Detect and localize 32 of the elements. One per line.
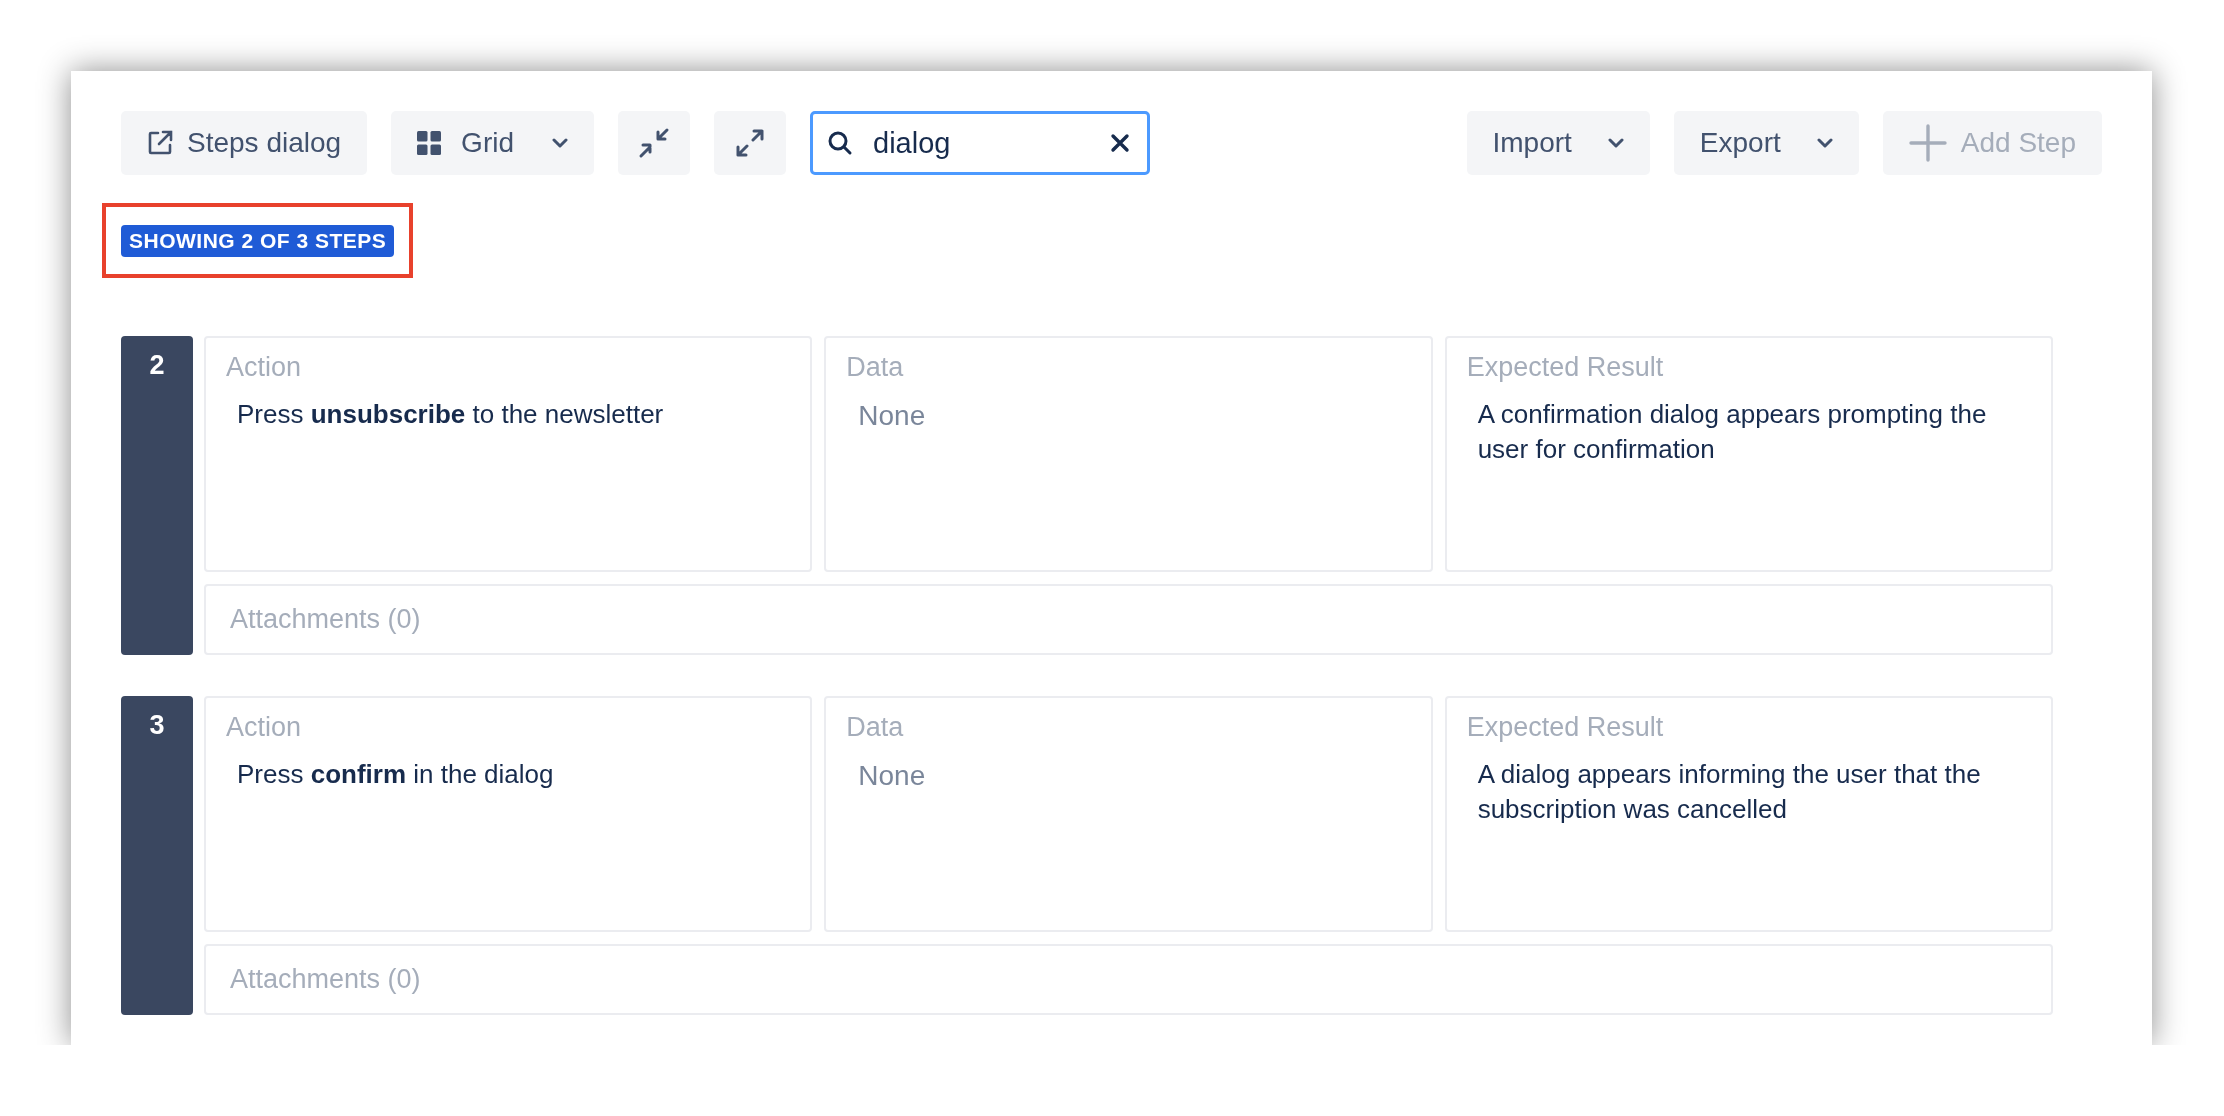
grid-icon	[417, 131, 442, 155]
chevron-down-icon	[1816, 138, 1833, 148]
field-value: Press unsubscribe to the newsletter	[236, 398, 665, 431]
close-icon[interactable]	[1110, 133, 1130, 153]
grid-view-dropdown[interactable]: Grid	[391, 111, 594, 175]
field-value: None	[857, 399, 927, 433]
step-number: 2	[121, 336, 193, 655]
plus-icon	[1908, 124, 1947, 162]
chevron-down-icon	[552, 138, 568, 148]
steps-dialog-button[interactable]: Steps dialog	[121, 111, 368, 175]
field-value: Press confirm in the dialog	[236, 758, 555, 791]
steps-count-badge: SHOWING 2 OF 3 STEPS	[121, 224, 395, 257]
expand-arrows-icon	[734, 127, 766, 159]
export-dropdown[interactable]: Export	[1673, 111, 1859, 175]
collapse-button[interactable]	[618, 111, 690, 175]
field-value: A confirmation dialog appears prompting the user for confirmation	[1476, 398, 1988, 467]
field-label: Action	[226, 712, 303, 743]
field-label: Action	[226, 352, 303, 383]
expand-button[interactable]	[714, 111, 786, 175]
step-number: 3	[121, 696, 193, 1015]
search-icon	[827, 130, 853, 156]
field-label: Data	[846, 712, 905, 743]
search-field[interactable]: dialog	[810, 111, 1150, 175]
collapse-arrows-icon	[638, 127, 670, 159]
field-label: Expected Result	[1466, 352, 1665, 383]
field-label: Data	[846, 352, 905, 383]
field-value: None	[857, 759, 927, 793]
field-value: A dialog appears informing the user that the subscription was cancelled	[1476, 758, 1982, 827]
field-label: Expected Result	[1466, 712, 1665, 743]
external-link-icon	[147, 130, 173, 156]
chevron-down-icon	[1607, 138, 1624, 148]
import-dropdown[interactable]: Import	[1466, 111, 1650, 175]
